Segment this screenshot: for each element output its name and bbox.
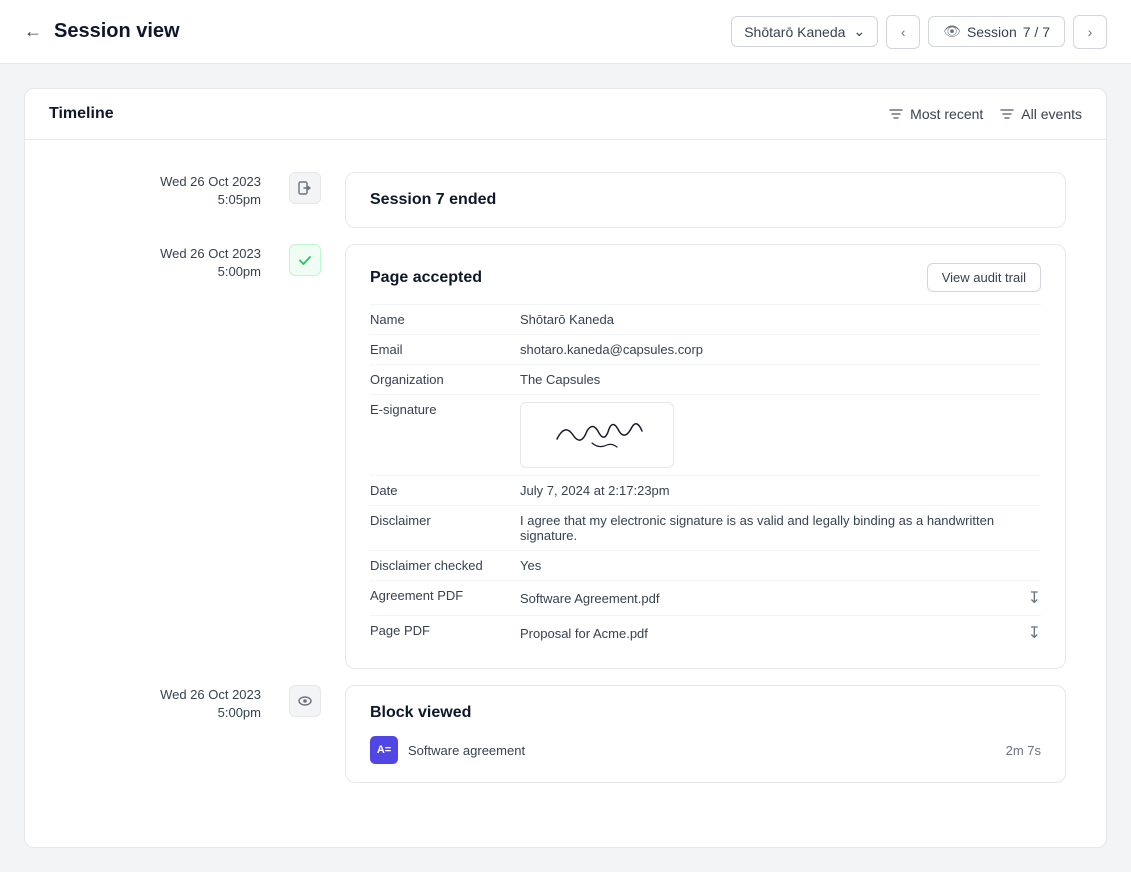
event-row-block-viewed: Wed 26 Oct 2023 5:00pm Block viewed [25, 685, 1106, 815]
signature-box [520, 402, 674, 468]
main-content: Timeline Most recent All events [0, 64, 1131, 872]
event-content-3: Block viewed A= Software agreement 2m 7s [325, 685, 1066, 815]
event-date-1: Wed 26 Oct 2023 [65, 172, 261, 192]
field-disclaimer-checked: Disclaimer checked Yes [370, 550, 1041, 580]
field-value-disclaimer-checked: Yes [520, 558, 1041, 573]
field-agreement-pdf: Agreement PDF Software Agreement.pdf ↧ [370, 580, 1041, 615]
session-indicator: 👁 Session 7 / 7 [928, 16, 1065, 47]
field-name: Name Shōtarō Kaneda [370, 304, 1041, 334]
field-date: Date July 7, 2024 at 2:17:23pm [370, 475, 1041, 505]
page-accepted-fields: Name Shōtarō Kaneda Email shotaro.kaneda… [346, 304, 1065, 668]
event-timestamp-1: Wed 26 Oct 2023 5:05pm [65, 172, 285, 207]
timeline-body: Wed 26 Oct 2023 5:05pm Sess [25, 140, 1106, 847]
chevron-down-icon: ⌄ [853, 23, 865, 40]
top-right-controls: Shōtarō Kaneda ⌄ ‹ 👁 Session 7 / 7 › [731, 15, 1107, 49]
page-pdf-name: Proposal for Acme.pdf [520, 626, 648, 641]
exit-icon [289, 172, 321, 204]
field-label-org: Organization [370, 372, 520, 387]
timeline-panel: Timeline Most recent All events [24, 88, 1107, 848]
session-ended-title: Session 7 ended [370, 191, 496, 208]
field-email: Email shotaro.kaneda@capsules.corp [370, 334, 1041, 364]
user-name: Shōtarō Kaneda [744, 24, 845, 40]
most-recent-label: Most recent [910, 106, 983, 122]
field-disclaimer: Disclaimer I agree that my electronic si… [370, 505, 1041, 550]
event-date-2: Wed 26 Oct 2023 [65, 244, 261, 264]
field-value-agreement-pdf: Software Agreement.pdf ↧ [520, 588, 1041, 608]
field-label-sig: E-signature [370, 402, 520, 417]
next-session-button[interactable]: › [1073, 15, 1107, 49]
filter-icon [999, 106, 1015, 122]
download-page-pdf-icon[interactable]: ↧ [1028, 623, 1041, 643]
event-content-1: Session 7 ended [325, 172, 1066, 244]
sort-icon [888, 106, 904, 122]
field-label-agreement-pdf: Agreement PDF [370, 588, 520, 603]
block-duration: 2m 7s [1006, 743, 1041, 758]
timeline-title: Timeline [49, 105, 114, 123]
user-dropdown[interactable]: Shōtarō Kaneda ⌄ [731, 16, 878, 47]
block-type-icon: A= [370, 736, 398, 764]
view-audit-trail-button[interactable]: View audit trail [927, 263, 1041, 292]
field-value-email: shotaro.kaneda@capsules.corp [520, 342, 1041, 357]
event-timestamp-2: Wed 26 Oct 2023 5:00pm [65, 244, 285, 279]
session-label: Session [967, 24, 1017, 40]
all-events-label: All events [1021, 106, 1082, 122]
field-page-pdf: Page PDF Proposal for Acme.pdf ↧ [370, 615, 1041, 650]
block-name: Software agreement [408, 743, 996, 758]
timeline-header: Timeline Most recent All events [25, 89, 1106, 140]
field-value-date: July 7, 2024 at 2:17:23pm [520, 483, 1041, 498]
block-viewed-title: Block viewed [370, 704, 471, 721]
page-accepted-header: Page accepted View audit trail [346, 245, 1065, 304]
field-esignature: E-signature [370, 394, 1041, 475]
field-value-org: The Capsules [520, 372, 1041, 387]
page-accepted-title: Page accepted [370, 269, 482, 287]
view-icon [289, 685, 321, 717]
field-value-sig [520, 402, 1041, 468]
field-value-name: Shōtarō Kaneda [520, 312, 1041, 327]
event-time-3: 5:00pm [65, 705, 261, 720]
page-accepted-card: Page accepted View audit trail Name Shōt… [345, 244, 1066, 669]
event-date-3: Wed 26 Oct 2023 [65, 685, 261, 705]
check-icon [289, 244, 321, 276]
block-viewed-card: Block viewed A= Software agreement 2m 7s [345, 685, 1066, 783]
timeline-connector-1 [285, 172, 325, 204]
prev-session-button[interactable]: ‹ [886, 15, 920, 49]
field-label-disclaimer-checked: Disclaimer checked [370, 558, 520, 573]
event-time-1: 5:05pm [65, 192, 261, 207]
session-ended-content: Session 7 ended [346, 173, 1065, 227]
session-count: 7 / 7 [1023, 24, 1050, 40]
most-recent-filter[interactable]: Most recent [888, 106, 983, 122]
field-value-page-pdf: Proposal for Acme.pdf ↧ [520, 623, 1041, 643]
page-title: Session view [54, 20, 731, 43]
field-label-date: Date [370, 483, 520, 498]
agreement-pdf-name: Software Agreement.pdf [520, 591, 659, 606]
field-label-name: Name [370, 312, 520, 327]
agreement-pdf-row: Software Agreement.pdf ↧ [520, 588, 1041, 608]
session-ended-card: Session 7 ended [345, 172, 1066, 228]
eye-icon: 👁 [943, 23, 961, 40]
download-agreement-icon[interactable]: ↧ [1028, 588, 1041, 608]
field-label-email: Email [370, 342, 520, 357]
timeline-filters: Most recent All events [888, 106, 1082, 122]
page-pdf-row: Proposal for Acme.pdf ↧ [520, 623, 1041, 643]
block-viewed-row: A= Software agreement 2m 7s [370, 736, 1041, 764]
field-value-disclaimer: I agree that my electronic signature is … [520, 513, 1041, 543]
event-row-session-ended: Wed 26 Oct 2023 5:05pm Sess [25, 172, 1106, 244]
event-time-2: 5:00pm [65, 264, 261, 279]
event-row-page-accepted: Wed 26 Oct 2023 5:00pm Page accepted [25, 244, 1106, 685]
all-events-filter[interactable]: All events [999, 106, 1082, 122]
event-timestamp-3: Wed 26 Oct 2023 5:00pm [65, 685, 285, 720]
field-organization: Organization The Capsules [370, 364, 1041, 394]
field-label-disclaimer: Disclaimer [370, 513, 520, 528]
timeline-connector-2 [285, 244, 325, 276]
back-button[interactable]: ← [24, 21, 42, 42]
top-bar: ← Session view Shōtarō Kaneda ⌄ ‹ 👁 Sess… [0, 0, 1131, 64]
event-content-2: Page accepted View audit trail Name Shōt… [325, 244, 1066, 685]
signature-svg [537, 411, 657, 459]
field-label-page-pdf: Page PDF [370, 623, 520, 638]
timeline-connector-3 [285, 685, 325, 717]
